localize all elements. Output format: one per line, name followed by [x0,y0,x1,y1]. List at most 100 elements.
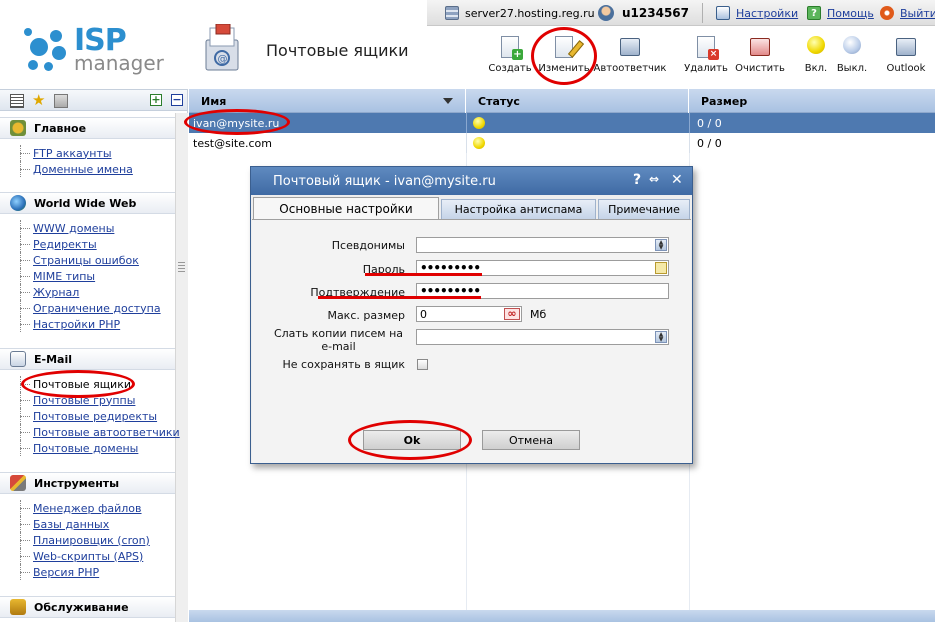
tab-label: Основные настройки [279,201,413,216]
sidebar-item-label[interactable]: Страницы ошибок [33,254,139,267]
column-header-name[interactable]: Имя [189,89,466,113]
bulb-off-icon [843,36,861,54]
maxsize-value: 0 [420,307,427,321]
table-row[interactable]: ivan@mysite.ru 0 / 0 [189,113,935,133]
outlook-button[interactable]: Outlook [878,36,934,78]
sidebar-group-header[interactable]: Главное [0,117,175,139]
tab-note[interactable]: Примечание [598,199,690,219]
create-button[interactable]: + Создать [482,36,538,78]
no-save-checkbox[interactable] [417,359,428,370]
sidebar-item-label[interactable]: Настройки PHP [33,318,120,331]
sidebar-item-php-version[interactable]: Версия PHP [0,564,175,580]
sidebar-item-label[interactable]: Базы данных [33,518,109,531]
star-icon[interactable]: ★ [32,93,46,108]
clear-icon [750,38,770,56]
sidebar-item-label[interactable]: FTP аккаунты [33,147,112,160]
aliases-input[interactable]: ▲ ▼ [416,237,669,253]
sidebar-item-scheduler[interactable]: Планировщик (cron) [0,532,175,548]
sidebar-item-label[interactable]: Версия PHP [33,566,99,579]
sidebar-item-label[interactable]: Почтовые домены [33,442,138,455]
collapse-all-icon[interactable]: − [171,94,183,106]
cancel-button-label: Отмена [508,433,554,447]
expand-all-icon[interactable]: + [150,94,162,106]
home-icon [10,120,26,136]
infinity-icon[interactable]: ∞ [504,308,520,320]
sidebar-item-domain-names[interactable]: Доменные имена [0,161,175,177]
sidebar-item-label[interactable]: Ограничение доступа [33,302,161,315]
sidebar-item-label[interactable]: Почтовые автоответчики [33,426,180,439]
help-link[interactable]: ? Помощь [807,0,874,26]
sidebar-item-www-domains[interactable]: WWW домены [0,220,175,236]
copy-to-email-input[interactable]: ▲ ▼ [416,329,669,345]
sidebar-item-ftp-accounts[interactable]: FTP аккаунты [0,145,175,161]
sidebar-item-redirects[interactable]: Редиректы [0,236,175,252]
sidebar-item-mail-domains[interactable]: Почтовые домены [0,440,175,456]
list-view-icon[interactable] [10,94,24,108]
disable-button[interactable]: Выкл. [824,36,880,78]
sidebar-item-mail-groups[interactable]: Почтовые группы [0,392,175,408]
help-link-label[interactable]: Помощь [827,7,874,20]
sidebar-item-web-scripts[interactable]: Web-скрипты (APS) [0,548,175,564]
settings-link-label[interactable]: Настройки [736,7,798,20]
sidebar-group-header[interactable]: World Wide Web [0,192,175,214]
help-icon: ? [807,6,821,20]
sidebar-item-label[interactable]: Почтовые ящики [33,378,131,391]
logo-dot [44,62,53,71]
spinner-icon[interactable]: ▲ ▼ [655,239,667,251]
sidebar-item-mail-redirects[interactable]: Почтовые редиректы [0,408,175,424]
spinner-icon[interactable]: ▲ ▼ [655,331,667,343]
ok-button[interactable]: Ok [363,430,461,450]
row-name[interactable]: test@site.com [189,133,272,153]
sidebar-item-label[interactable]: MIME типы [33,270,95,283]
sidebar-item-log[interactable]: Журнал [0,284,175,300]
close-icon[interactable]: ✕ [671,172,683,188]
sidebar-group-header[interactable]: E-Mail [0,348,175,370]
sidebar-item-mailboxes[interactable]: Почтовые ящики [0,376,175,392]
password-input[interactable]: ••••••••• [416,260,669,276]
panel-resize-grip[interactable] [178,262,185,272]
sidebar-item-label[interactable]: Планировщик (cron) [33,534,150,547]
sidebar-item-error-pages[interactable]: Страницы ошибок [0,252,175,268]
autoresponder-button[interactable]: Автоответчик [594,36,666,78]
sidebar-group-header[interactable]: Обслуживание [0,596,175,618]
row-name[interactable]: ivan@mysite.ru [189,113,279,133]
cancel-button[interactable]: Отмена [482,430,580,450]
sidebar-scrollbar[interactable] [175,113,188,622]
archive-icon[interactable] [54,94,68,108]
sidebar-item-label[interactable]: WWW домены [33,222,114,235]
exit-link-label[interactable]: Выйти [900,7,935,20]
confirm-password-input[interactable]: ••••••••• [416,283,669,299]
server-icon [445,6,459,20]
sidebar-item-php-settings[interactable]: Настройки PHP [0,316,175,332]
edit-button[interactable]: Изменить [536,36,592,78]
sidebar-item-file-manager[interactable]: Менеджер файлов [0,500,175,516]
sidebar-item-label[interactable]: Менеджер файлов [33,502,142,515]
help-icon[interactable]: ? [633,172,641,188]
maxsize-input[interactable]: 0 ∞ [416,306,522,322]
sidebar-item-label[interactable]: Web-скрипты (APS) [33,550,143,563]
sidebar-item-databases[interactable]: Базы данных [0,516,175,532]
tab-main-settings[interactable]: Основные настройки [253,197,439,219]
sidebar-item-mail-autoresponders[interactable]: Почтовые автоответчики [0,424,180,440]
settings-link[interactable]: Настройки [716,0,798,26]
sidebar-item-label[interactable]: Журнал [33,286,79,299]
sidebar-item-access-restriction[interactable]: Ограничение доступа [0,300,175,316]
row-size: 0 / 0 [697,136,722,150]
sidebar-item-label[interactable]: Доменные имена [33,163,133,176]
delete-button[interactable]: × Удалить [678,36,734,78]
column-header-size[interactable]: Размер [689,89,935,113]
password-generator-icon[interactable] [655,262,667,274]
resize-icon[interactable]: ⇔ [649,172,659,186]
clear-button[interactable]: Очистить [732,36,788,78]
sidebar-group-header[interactable]: Инструменты [0,472,175,494]
tab-antispam[interactable]: Настройка антиспама [441,199,596,219]
column-header-status[interactable]: Статус [466,89,689,113]
exit-link[interactable]: Выйти [880,0,935,26]
sidebar-item-label[interactable]: Почтовые редиректы [33,410,157,423]
sidebar-item-label[interactable]: Почтовые группы [33,394,135,407]
sidebar-item-mime-types[interactable]: MIME типы [0,268,175,284]
sidebar-item-label[interactable]: Редиректы [33,238,97,251]
table-row[interactable]: test@site.com 0 / 0 [189,133,935,153]
sort-desc-icon[interactable] [443,98,453,104]
dialog-title-bar[interactable]: Почтовый ящик - ivan@mysite.ru ? ⇔ ✕ [251,167,692,195]
